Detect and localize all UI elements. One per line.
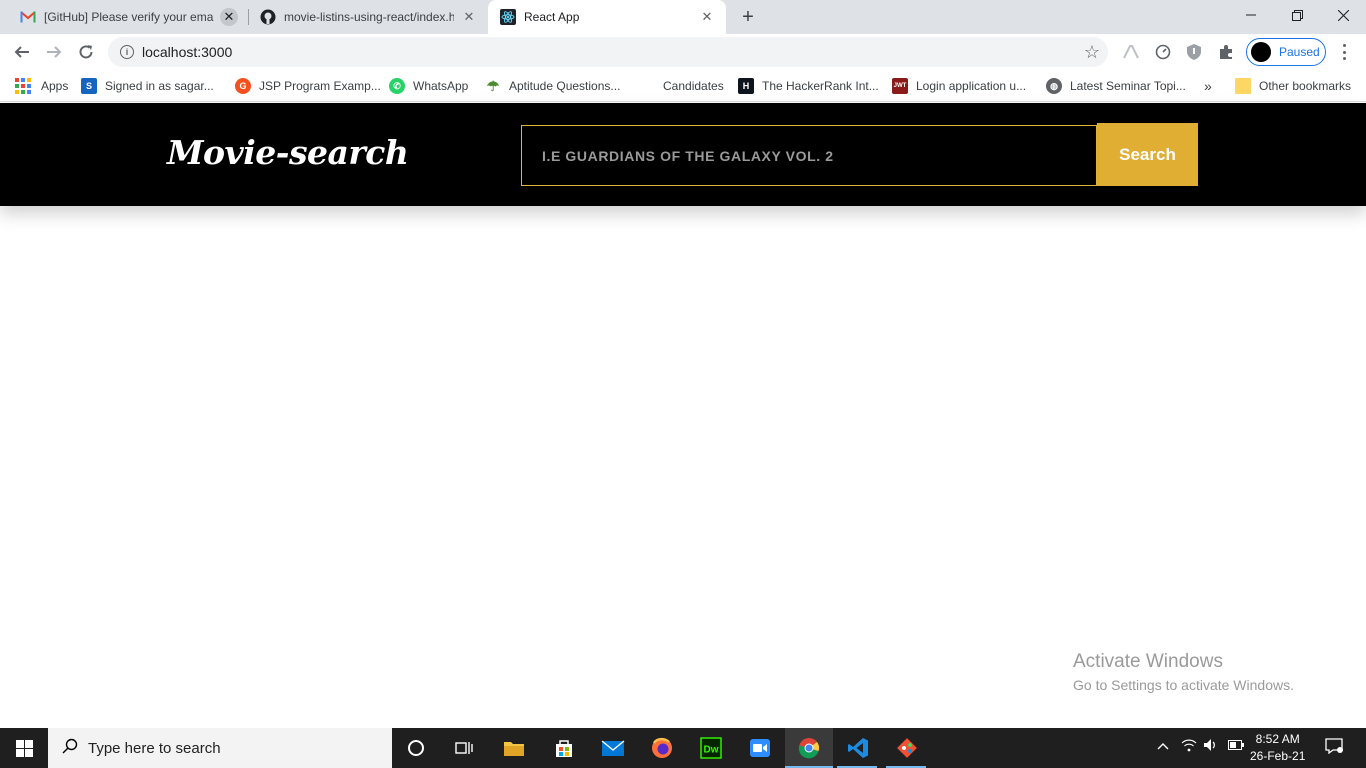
jsp-icon: G (235, 78, 251, 94)
taskbar-clock[interactable]: 8:52 AM 26-Feb-21 (1250, 731, 1305, 765)
show-hidden-icons-chevron-icon[interactable] (1157, 738, 1169, 753)
bookmark-whatsapp[interactable]: ✆ WhatsApp (389, 76, 468, 96)
app-header: Movie-search Search (0, 103, 1366, 206)
wifi-icon[interactable] (1181, 738, 1197, 755)
bookmark-jsp[interactable]: G JSP Program Examp... (235, 76, 381, 96)
task-view-icon[interactable] (450, 734, 478, 762)
windows-taskbar: Type here to search Dw 8:52 AM 26-Feb-21 (0, 728, 1366, 768)
zoom-icon[interactable] (746, 734, 774, 762)
speedometer-icon[interactable] (1153, 42, 1173, 62)
tab-title: movie-listins-using-react/index.h (284, 10, 454, 24)
bookmark-candidates[interactable]: Candidates (663, 76, 724, 96)
browser-tab-strip: [GitHub] Please verify your email ✕ movi… (0, 0, 1366, 34)
minimize-icon[interactable] (1228, 0, 1274, 30)
bookmark-label: JSP Program Examp... (259, 79, 381, 93)
bookmark-signed-in[interactable]: S Signed in as sagar... (81, 76, 214, 96)
close-tab-icon[interactable]: ✕ (698, 8, 716, 26)
address-bar[interactable]: i localhost:3000 ☆ (108, 37, 1108, 67)
umbrella-icon: ☂ (486, 77, 500, 94)
bookmark-label: Signed in as sagar... (105, 79, 214, 93)
bookmark-label: Apps (41, 79, 69, 93)
extensions-puzzle-icon[interactable] (1216, 42, 1236, 62)
browser-toolbar: i localhost:3000 ☆ Paused (0, 34, 1366, 70)
globe-icon: ◍ (1046, 78, 1062, 94)
mail-icon[interactable] (599, 734, 627, 762)
volume-icon[interactable] (1203, 738, 1219, 755)
search-icon (62, 738, 78, 759)
extension-a-icon[interactable] (1121, 42, 1141, 62)
restore-icon[interactable] (1274, 0, 1320, 30)
notifications-icon[interactable] (1325, 738, 1343, 757)
watermark-subtitle: Go to Settings to activate Windows. (1073, 677, 1294, 693)
tab-title: [GitHub] Please verify your email (44, 10, 214, 24)
github-icon (260, 9, 276, 25)
bookmark-star-icon[interactable]: ☆ (1084, 42, 1100, 63)
shield-icon[interactable] (1184, 42, 1204, 62)
bookmark-other[interactable]: Other bookmarks (1235, 76, 1351, 96)
hackerrank-icon: H (738, 78, 754, 94)
movie-search-input[interactable] (521, 125, 1097, 186)
bookmarks-overflow-button[interactable]: » (1204, 76, 1212, 96)
close-tab-icon[interactable]: ✕ (220, 8, 238, 26)
vscode-icon[interactable] (844, 734, 872, 762)
cortana-icon[interactable] (402, 734, 430, 762)
bookmark-aptitude[interactable]: ☂ Aptitude Questions... (485, 76, 621, 96)
folder-icon (1235, 78, 1251, 94)
url-text: localhost:3000 (142, 44, 233, 60)
reload-icon[interactable] (72, 38, 100, 66)
bookmark-label: Latest Seminar Topi... (1070, 79, 1186, 93)
windows-logo-icon (15, 739, 33, 757)
jwt-icon: JWT (892, 78, 908, 94)
apps-grid-icon (15, 78, 31, 94)
bookmark-apps[interactable]: Apps (15, 76, 68, 96)
tab-title: React App (524, 10, 580, 24)
profile-button[interactable]: Paused (1246, 38, 1326, 66)
watermark-title: Activate Windows (1073, 651, 1223, 672)
bookmarks-bar: Apps S Signed in as sagar... G JSP Progr… (0, 70, 1366, 102)
bookmark-label: Aptitude Questions... (509, 79, 621, 93)
taskbar-search-placeholder: Type here to search (88, 739, 221, 757)
file-explorer-icon[interactable] (500, 734, 528, 762)
git-icon[interactable] (893, 734, 921, 762)
close-window-icon[interactable] (1320, 0, 1366, 30)
taskbar-search-box[interactable]: Type here to search (48, 728, 392, 768)
bookmark-label: The HackerRank Int... (762, 79, 879, 93)
bookmark-label: WhatsApp (413, 79, 469, 93)
search-button[interactable]: Search (1097, 123, 1198, 186)
react-icon (500, 9, 516, 25)
profile-status: Paused (1279, 45, 1320, 59)
chrome-icon[interactable] (795, 734, 823, 762)
clock-date: 26-Feb-21 (1250, 749, 1306, 763)
forward-arrow-icon[interactable] (40, 38, 68, 66)
app-logo: Movie-search (167, 133, 409, 172)
s-icon: S (81, 78, 97, 94)
store-icon[interactable] (550, 734, 578, 762)
activate-windows-watermark: Activate Windows Go to Settings to activ… (1073, 651, 1294, 693)
new-tab-button[interactable]: + (736, 5, 760, 29)
svg-text:Dw: Dw (704, 745, 719, 756)
gmail-icon (20, 9, 36, 25)
avatar (1251, 42, 1271, 62)
back-arrow-icon[interactable] (8, 38, 36, 66)
bookmark-label: Login application u... (916, 79, 1027, 93)
more-menu-icon[interactable] (1336, 42, 1352, 62)
whatsapp-icon: ✆ (389, 78, 405, 94)
bookmark-hackerrank[interactable]: H The HackerRank Int... (738, 76, 879, 96)
tab-react-app[interactable]: React App ✕ (488, 0, 726, 34)
dreamweaver-icon[interactable]: Dw (697, 734, 725, 762)
start-button[interactable] (0, 728, 48, 768)
bookmark-label: Other bookmarks (1259, 79, 1352, 93)
firefox-icon[interactable] (648, 734, 676, 762)
bookmark-seminar[interactable]: ◍ Latest Seminar Topi... (1046, 76, 1186, 96)
site-info-icon[interactable]: i (120, 45, 134, 59)
tab-github-verify[interactable]: [GitHub] Please verify your email ✕ (8, 0, 248, 34)
clock-time: 8:52 AM (1255, 732, 1300, 746)
tab-github-repo[interactable]: movie-listins-using-react/index.h ✕ (248, 0, 488, 34)
battery-icon[interactable] (1228, 738, 1244, 753)
close-tab-icon[interactable]: ✕ (460, 8, 478, 26)
bookmark-login[interactable]: JWT Login application u... (892, 76, 1026, 96)
bookmark-label: Candidates (663, 79, 724, 93)
